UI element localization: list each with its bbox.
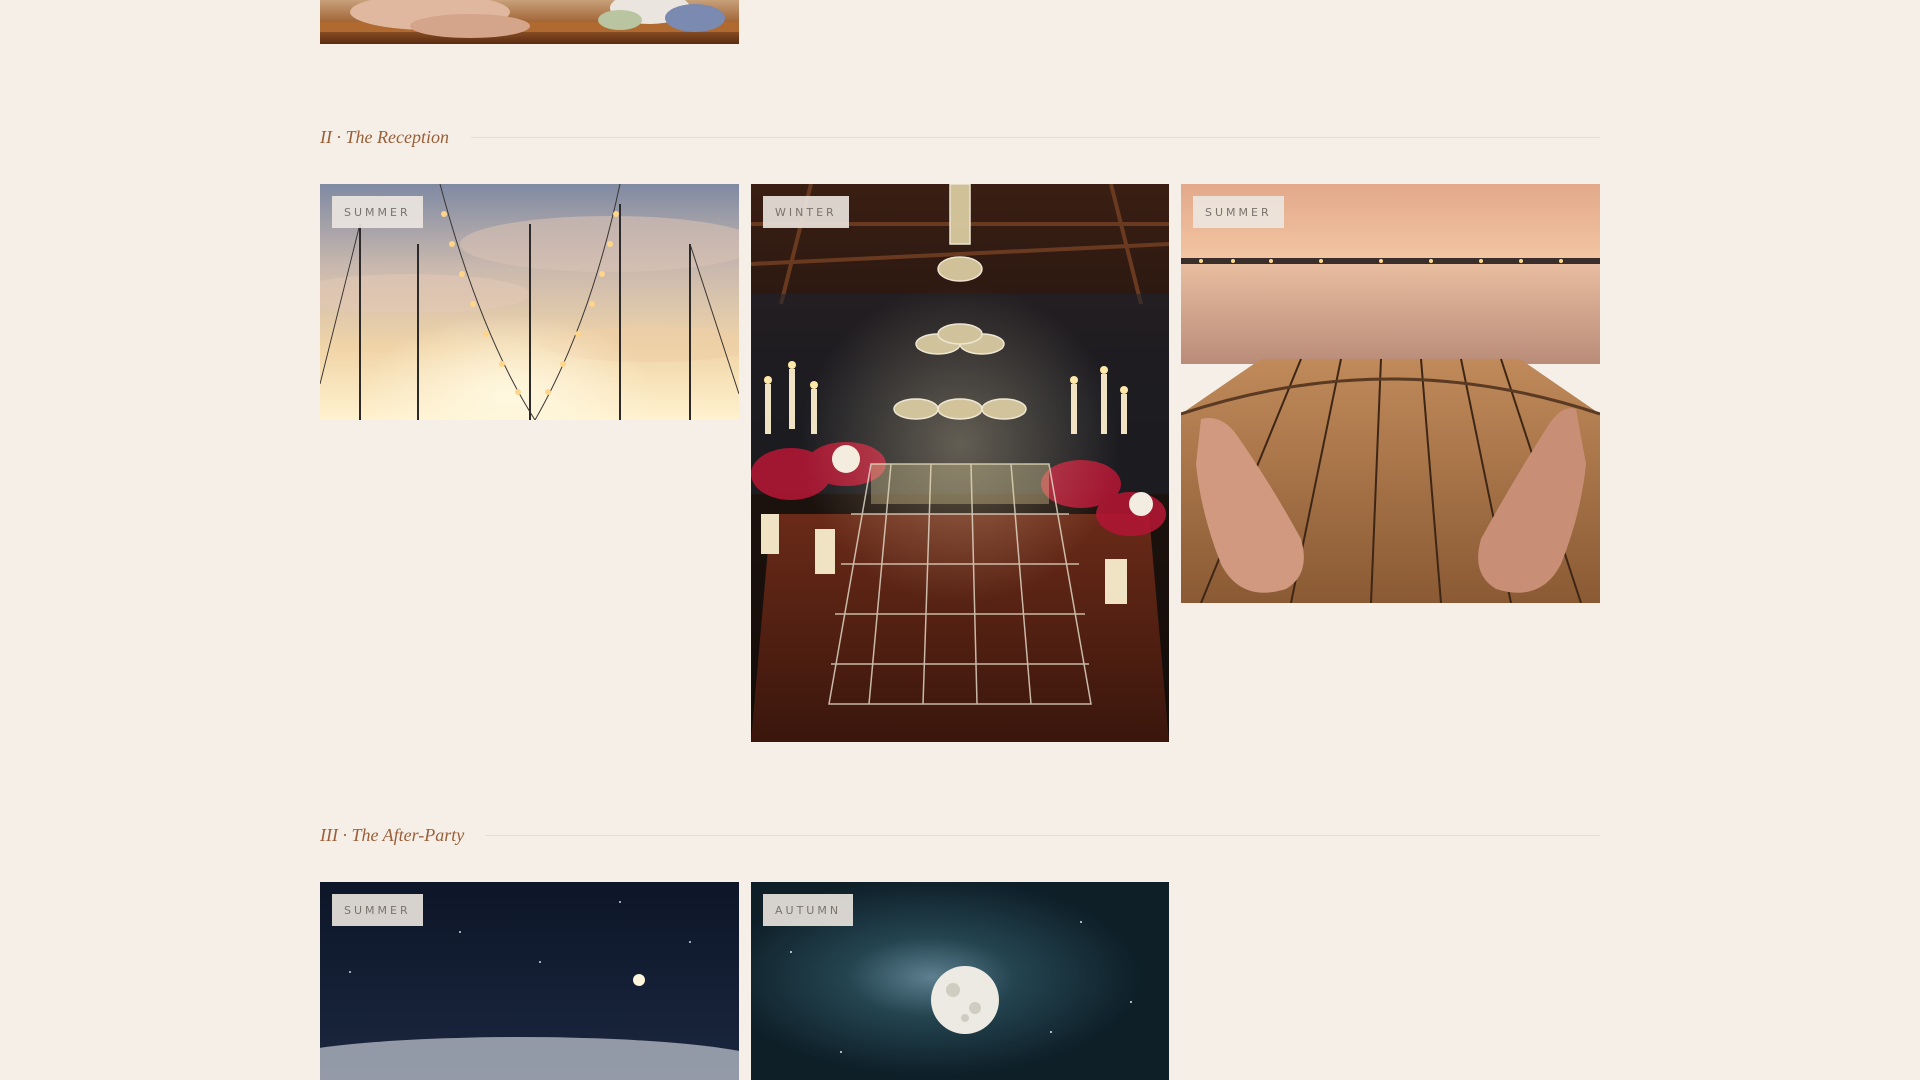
section-divider	[470, 137, 1600, 138]
photo-image	[1181, 184, 1600, 603]
section-heading-reception: II · The Reception	[320, 127, 1600, 148]
section-title: II · The Reception	[320, 127, 449, 147]
photo-image	[320, 0, 739, 44]
season-badge: SUMMER	[332, 894, 423, 926]
season-badge: AUTUMN	[763, 894, 854, 926]
photo-card[interactable]: SUMMER	[320, 882, 739, 1080]
photo-card-ceremony[interactable]	[320, 0, 739, 44]
photo-card[interactable]: WINTER	[751, 184, 1169, 742]
photo-card[interactable]: AUTUMN	[751, 882, 1169, 1080]
season-badge: SUMMER	[1193, 196, 1284, 228]
photo-image	[751, 184, 1169, 742]
section-title: III · The After-Party	[320, 825, 465, 845]
section-heading-after-party: III · The After-Party	[320, 825, 1600, 846]
photo-card[interactable]: SUMMER	[1181, 184, 1600, 603]
photo-card[interactable]: SUMMER	[320, 184, 739, 420]
section-divider	[486, 835, 1600, 836]
season-badge: WINTER	[763, 196, 849, 228]
season-badge: SUMMER	[332, 196, 423, 228]
